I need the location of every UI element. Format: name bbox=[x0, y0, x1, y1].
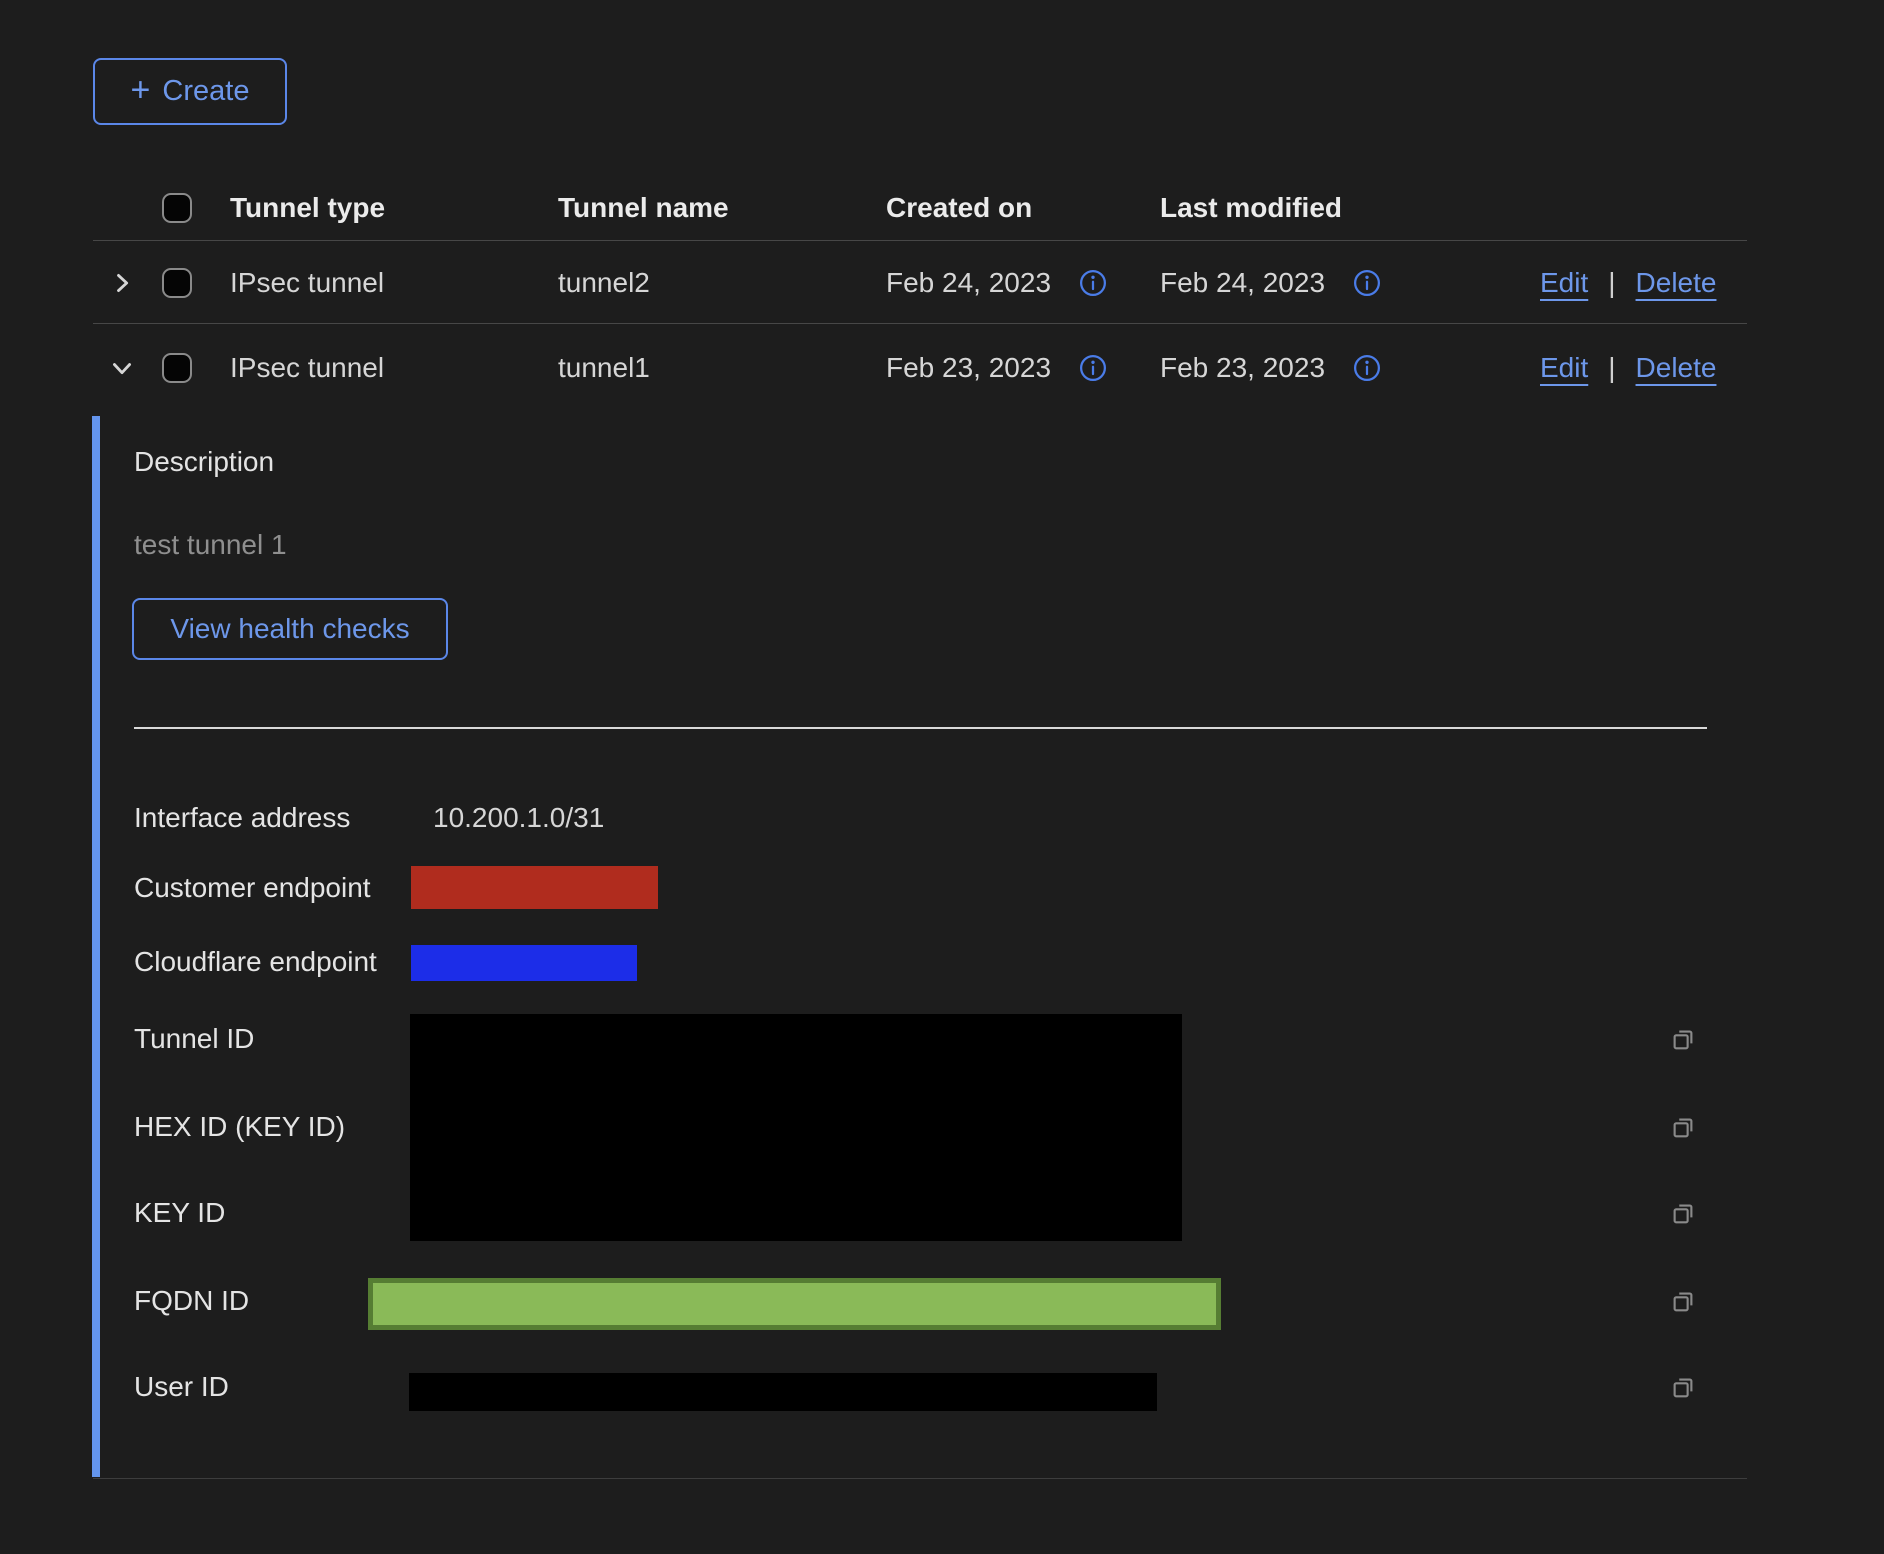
cell-tunnel-type: IPsec tunnel bbox=[230, 265, 384, 301]
description-label: Description bbox=[134, 444, 274, 480]
field-label-key-id: KEY ID bbox=[134, 1195, 225, 1231]
copy-tunnel-id-button[interactable] bbox=[1668, 1024, 1698, 1054]
create-button[interactable]: + Create bbox=[93, 58, 287, 125]
row-expand-chevron[interactable] bbox=[108, 269, 136, 297]
copy-icon bbox=[1668, 1286, 1698, 1316]
expanded-row-accent-bar bbox=[92, 416, 100, 1477]
last-modified-info-icon[interactable] bbox=[1352, 353, 1382, 383]
field-label-fqdn-id: FQDN ID bbox=[134, 1283, 249, 1319]
cell-last-modified: Feb 23, 2023 bbox=[1160, 350, 1325, 386]
column-header-tunnel-type: Tunnel type bbox=[230, 190, 385, 226]
created-on-info-icon[interactable] bbox=[1078, 268, 1108, 298]
copy-user-id-button[interactable] bbox=[1668, 1372, 1698, 1402]
view-health-checks-button[interactable]: View health checks bbox=[132, 598, 448, 660]
create-button-label: Create bbox=[162, 75, 249, 108]
cell-created-on: Feb 24, 2023 bbox=[886, 265, 1051, 301]
column-header-last-modified: Last modified bbox=[1160, 190, 1342, 226]
row-checkbox[interactable] bbox=[162, 268, 192, 298]
copy-icon bbox=[1668, 1372, 1698, 1402]
select-all-checkbox[interactable] bbox=[162, 193, 192, 223]
view-health-checks-label: View health checks bbox=[170, 613, 409, 645]
cell-created-on: Feb 23, 2023 bbox=[886, 350, 1051, 386]
cell-tunnel-name: tunnel1 bbox=[558, 350, 650, 386]
copy-hex-id-button[interactable] bbox=[1668, 1112, 1698, 1142]
column-header-created-on: Created on bbox=[886, 190, 1032, 226]
plus-icon: + bbox=[131, 73, 151, 107]
last-modified-info-icon[interactable] bbox=[1352, 268, 1382, 298]
copy-icon bbox=[1668, 1024, 1698, 1054]
expanded-row-bottom-divider bbox=[93, 1478, 1747, 1479]
edit-link[interactable]: Edit bbox=[1540, 350, 1588, 386]
copy-icon bbox=[1668, 1112, 1698, 1142]
field-label-interface-address: Interface address bbox=[134, 800, 350, 836]
description-value: test tunnel 1 bbox=[134, 527, 287, 563]
chevron-down-icon bbox=[108, 354, 136, 382]
column-header-tunnel-name: Tunnel name bbox=[558, 190, 729, 226]
copy-icon bbox=[1668, 1198, 1698, 1228]
field-label-hex-id: HEX ID (KEY ID) bbox=[134, 1109, 345, 1145]
chevron-right-icon bbox=[108, 269, 136, 297]
action-separator: | bbox=[1608, 265, 1615, 301]
row-actions: Edit | Delete bbox=[1540, 265, 1716, 301]
cell-tunnel-type: IPsec tunnel bbox=[230, 350, 384, 386]
user-id-redaction bbox=[409, 1373, 1157, 1411]
fqdn-id-redaction bbox=[368, 1278, 1221, 1330]
field-label-customer-endpoint: Customer endpoint bbox=[134, 870, 371, 906]
tunnel-id-redaction bbox=[410, 1014, 1182, 1241]
field-value-interface-address: 10.200.1.0/31 bbox=[433, 800, 604, 836]
row-actions: Edit | Delete bbox=[1540, 350, 1716, 386]
field-label-cloudflare-endpoint: Cloudflare endpoint bbox=[134, 944, 377, 980]
row-collapse-chevron[interactable] bbox=[108, 354, 136, 382]
row-checkbox[interactable] bbox=[162, 353, 192, 383]
delete-link[interactable]: Delete bbox=[1636, 265, 1717, 301]
delete-link[interactable]: Delete bbox=[1636, 350, 1717, 386]
field-label-user-id: User ID bbox=[134, 1369, 229, 1405]
customer-endpoint-redaction bbox=[411, 866, 658, 909]
cloudflare-endpoint-redaction bbox=[411, 945, 637, 981]
cell-tunnel-name: tunnel2 bbox=[558, 265, 650, 301]
copy-fqdn-id-button[interactable] bbox=[1668, 1286, 1698, 1316]
action-separator: | bbox=[1608, 350, 1615, 386]
details-divider bbox=[134, 727, 1707, 729]
cell-last-modified: Feb 24, 2023 bbox=[1160, 265, 1325, 301]
header-divider bbox=[93, 240, 1747, 241]
created-on-info-icon[interactable] bbox=[1078, 353, 1108, 383]
edit-link[interactable]: Edit bbox=[1540, 265, 1588, 301]
row-divider bbox=[93, 323, 1747, 324]
copy-key-id-button[interactable] bbox=[1668, 1198, 1698, 1228]
field-label-tunnel-id: Tunnel ID bbox=[134, 1021, 254, 1057]
